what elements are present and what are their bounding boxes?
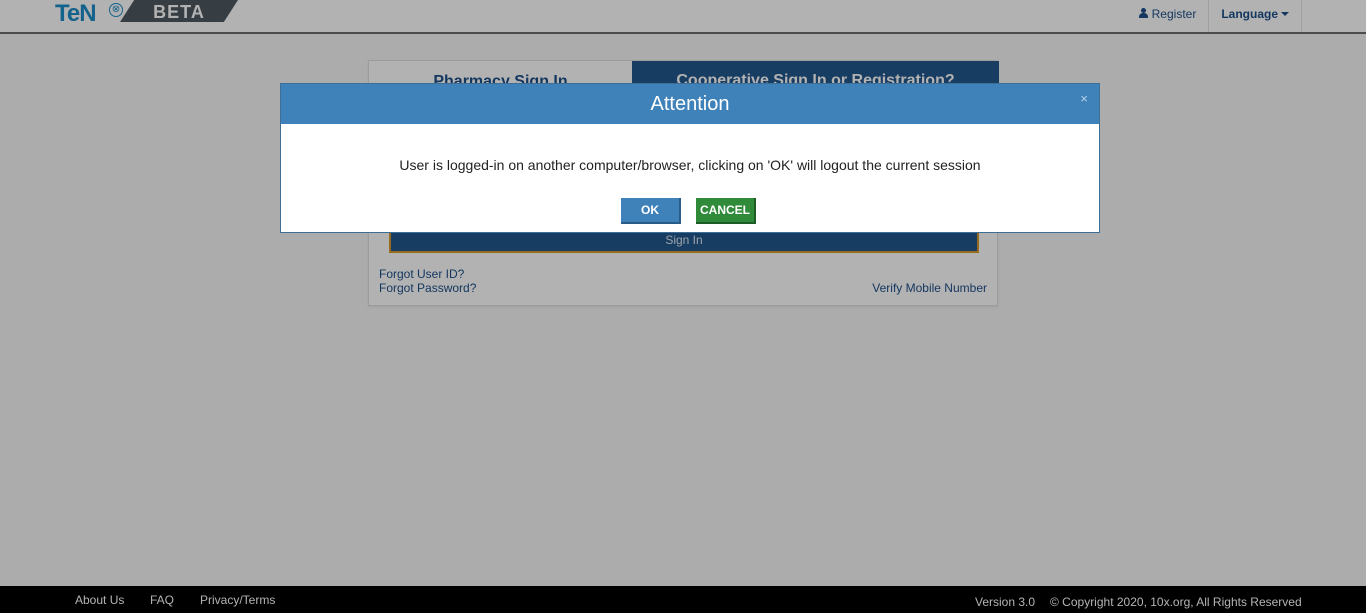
attention-dialog: Attention × User is logged-in on another… [280, 83, 1100, 233]
ok-button[interactable]: OK [621, 198, 681, 224]
dialog-header: Attention × [281, 84, 1099, 124]
close-icon[interactable]: × [1080, 92, 1088, 106]
cancel-button[interactable]: CANCEL [696, 198, 756, 224]
dialog-message: User is logged-in on another computer/br… [399, 157, 981, 173]
dialog-title: Attention [650, 93, 730, 115]
dialog-actions: OK CANCEL [281, 198, 1099, 224]
